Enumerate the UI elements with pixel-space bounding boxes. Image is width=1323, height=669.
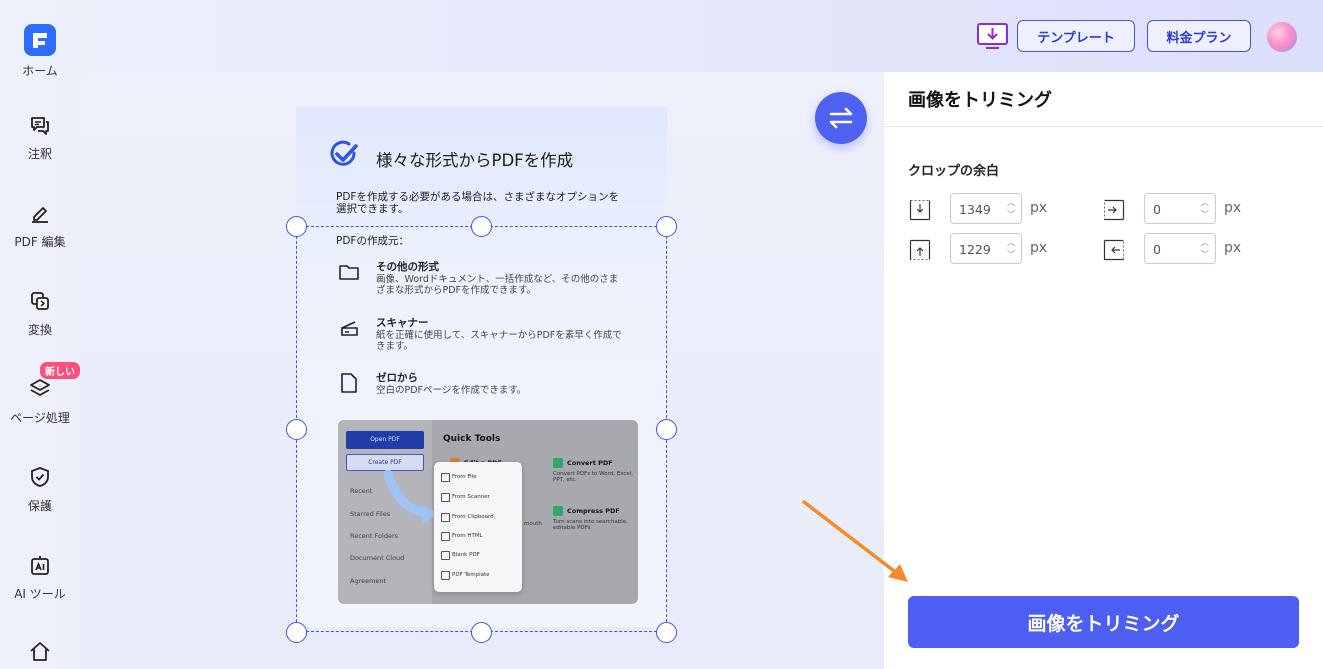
template-button[interactable]: テンプレート bbox=[1017, 20, 1135, 52]
sidebar-item-home-bottom[interactable] bbox=[0, 640, 80, 664]
edit-icon bbox=[32, 207, 48, 223]
sidebar-item-label: PDF 編集 bbox=[14, 235, 66, 249]
sidebar-item-label: AI ツール bbox=[14, 587, 66, 601]
unit-label: px bbox=[1030, 200, 1048, 216]
crop-right-input[interactable]: 0 ︿ ﹀ bbox=[1144, 233, 1216, 264]
sidebar-item-pdf-edit[interactable]: PDF 編集 bbox=[0, 201, 80, 250]
sidebar-item-protect[interactable]: 保護 bbox=[0, 465, 80, 514]
spinner-icon[interactable]: ︿ ﹀ bbox=[1201, 237, 1209, 261]
crop-top-value: 1349 bbox=[959, 202, 991, 217]
crop-handle-right[interactable] bbox=[656, 419, 677, 440]
download-icon[interactable] bbox=[977, 23, 1008, 50]
sidebar-item-annotate[interactable]: 注釈 bbox=[0, 113, 80, 162]
swap-button[interactable] bbox=[815, 92, 867, 144]
unit-label: px bbox=[1224, 200, 1242, 216]
crop-top-input[interactable]: 1349 ︿ ﹀ bbox=[950, 193, 1022, 224]
crop-top-icon bbox=[909, 200, 931, 221]
crop-bottom-input[interactable]: 1229 ︿ ﹀ bbox=[950, 233, 1022, 264]
sidebar-item-label: 保護 bbox=[27, 499, 52, 513]
sidebar-item-label: ページ処理 bbox=[10, 411, 70, 425]
sidebar-item-label: 注釈 bbox=[27, 147, 52, 161]
crop-right-value: 0 bbox=[1153, 242, 1161, 257]
crop-left-icon bbox=[1104, 199, 1125, 221]
unit-label: px bbox=[1030, 240, 1048, 256]
document-description: PDFを作成する必要がある場合は、さまざまなオプションを選択できます。 bbox=[336, 191, 619, 215]
sidebar-item-label: ホーム bbox=[22, 64, 58, 78]
shield-icon bbox=[31, 467, 49, 487]
crop-right-icon bbox=[1103, 239, 1124, 261]
crop-handle-top-right[interactable] bbox=[656, 216, 677, 237]
crop-margin-label: クロップの余白 bbox=[908, 164, 1000, 179]
annotate-icon bbox=[31, 117, 49, 135]
pricing-button[interactable]: 料金プラン bbox=[1147, 20, 1251, 52]
sidebar-item-label: 変換 bbox=[27, 323, 52, 337]
spinner-icon[interactable]: ︿ ﹀ bbox=[1007, 237, 1015, 261]
app-logo-icon bbox=[24, 24, 56, 56]
avatar[interactable] bbox=[1267, 22, 1297, 52]
sidebar-item-page-processing[interactable]: ページ処理 bbox=[0, 377, 80, 426]
swap-icon bbox=[829, 107, 853, 129]
panel-title: 画像をトリミング bbox=[908, 90, 1052, 111]
document-title: 様々な形式からPDFを作成 bbox=[376, 151, 574, 170]
layers-icon bbox=[30, 379, 50, 396]
spinner-icon[interactable]: ︿ ﹀ bbox=[1007, 197, 1015, 221]
crop-handle-bottom-right[interactable] bbox=[656, 622, 677, 643]
crop-handle-bottom-left[interactable] bbox=[286, 622, 307, 643]
sidebar-item-convert[interactable]: 変換 bbox=[0, 289, 80, 338]
crop-left-input[interactable]: 0 ︿ ﹀ bbox=[1144, 193, 1216, 224]
crop-left-value: 0 bbox=[1153, 202, 1161, 217]
convert-icon bbox=[31, 292, 49, 310]
ai-tools-icon bbox=[31, 556, 49, 575]
sidebar-item-ai-tools[interactable]: AI ツール bbox=[0, 553, 80, 602]
crop-bottom-icon bbox=[909, 239, 931, 260]
crop-handle-left[interactable] bbox=[286, 419, 307, 440]
sidebar: ホーム 注釈 PDF 編集 変換 新しい ページ処理 保護 AI ツール bbox=[0, 0, 80, 669]
crop-rectangle[interactable] bbox=[296, 226, 667, 632]
crop-handle-top-left[interactable] bbox=[286, 216, 307, 237]
sidebar-item-home[interactable]: ホーム bbox=[0, 24, 80, 79]
trim-image-button[interactable]: 画像をトリミング bbox=[908, 596, 1299, 648]
home-icon bbox=[30, 642, 50, 661]
crop-panel: 画像をトリミング クロップの余白 1349 ︿ ﹀ px 0 ︿ ﹀ px 1229… bbox=[884, 72, 1323, 669]
crop-handle-bottom[interactable] bbox=[471, 622, 492, 643]
spinner-icon[interactable]: ︿ ﹀ bbox=[1201, 197, 1209, 221]
crop-handle-top[interactable] bbox=[471, 216, 492, 237]
unit-label: px bbox=[1224, 240, 1242, 256]
panel-divider bbox=[884, 126, 1323, 127]
check-circle-icon bbox=[330, 140, 358, 166]
annotation-arrow-icon bbox=[802, 500, 908, 582]
crop-bottom-value: 1229 bbox=[959, 242, 991, 257]
